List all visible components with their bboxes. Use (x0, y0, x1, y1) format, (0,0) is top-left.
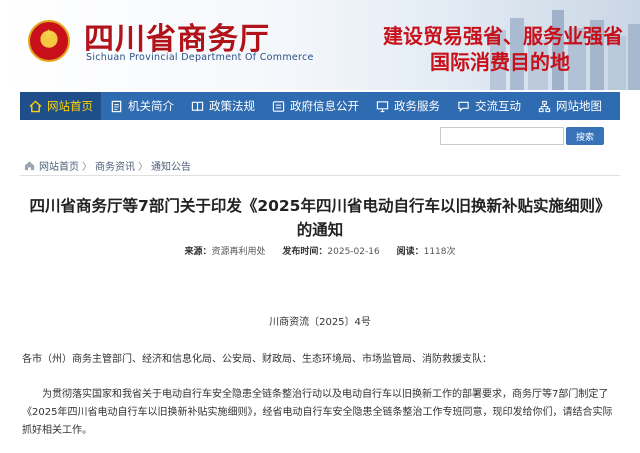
nav-item-home[interactable]: 网站首页 (20, 92, 101, 120)
main-nav: 网站首页 机关简介 政策法规 政府信息公开 政务服务 交流互动 网站地图 (20, 92, 620, 120)
nav-item-label: 交流互动 (475, 99, 521, 113)
date-label: 发布时间： (282, 247, 328, 257)
document-icon (109, 99, 123, 113)
views-value: 1118次 (423, 247, 456, 257)
search-input[interactable] (440, 127, 564, 145)
slogan-line1: 建设贸易强省、服务业强省 (383, 24, 623, 48)
sitemap-icon (537, 99, 551, 113)
home-icon (28, 99, 42, 113)
nav-item-gov-info[interactable]: 政府信息公开 (263, 92, 367, 120)
info-icon (271, 99, 285, 113)
nav-item-label: 政府信息公开 (290, 99, 359, 113)
nav-item-services[interactable]: 政务服务 (367, 92, 448, 120)
document-number: 川商资流〔2025〕4号 (269, 317, 371, 328)
nav-item-label: 机关简介 (128, 99, 174, 113)
nav-item-policy[interactable]: 政策法规 (182, 92, 263, 120)
article-body-paragraph: 为贯彻落实国家和我省关于电动自行车安全隐患全链条整治行动以及电动自行车以旧换新工… (22, 389, 613, 436)
national-emblem-logo (28, 20, 70, 62)
nav-item-label: 网站地图 (556, 99, 602, 113)
nav-item-label: 政务服务 (394, 99, 440, 113)
nav-item-label: 网站首页 (47, 99, 93, 113)
views-label: 阅读： (396, 247, 424, 257)
site-subtitle: Sichuan Provincial Department Of Commerc… (86, 52, 314, 63)
article-meta: 来源：资源再利用处 发布时间：2025-02-16 阅读：1118次 (0, 244, 640, 257)
date-value: 2025-02-16 (327, 247, 380, 257)
breadcrumb-separator: 〉 (82, 162, 92, 173)
nav-item-sitemap[interactable]: 网站地图 (529, 92, 610, 120)
breadcrumb-item-notices[interactable]: 通知公告 (151, 158, 191, 173)
chat-icon (456, 99, 470, 113)
breadcrumb-item-news[interactable]: 商务资讯 (95, 158, 135, 173)
nav-item-label: 政策法规 (209, 99, 255, 113)
divider (20, 175, 620, 176)
article-title: 四川省商务厅等7部门关于印发《2025年四川省电动自行车以旧换新补贴实施细则》 (29, 197, 611, 215)
search-button[interactable]: 搜索 (566, 127, 604, 145)
home-icon (24, 160, 35, 171)
nav-item-interaction[interactable]: 交流互动 (448, 92, 529, 120)
article-title-continued: 的通知 (296, 221, 344, 239)
breadcrumb-item-home[interactable]: 网站首页 (39, 158, 79, 173)
slogan-line2: 国际消费目的地 (430, 50, 570, 74)
nav-item-about[interactable]: 机关简介 (101, 92, 182, 120)
article-addressee: 各市（州）商务主管部门、经济和信息化局、公安局、财政局、生态环境局、市场监管局、… (22, 354, 492, 365)
breadcrumb: 网站首页 〉 商务资讯 〉 通知公告 (24, 158, 191, 173)
source-label: 来源： (184, 247, 212, 257)
book-icon (190, 99, 204, 113)
site-header: 四川省商务厅 Sichuan Provincial Department Of … (0, 0, 640, 90)
source-value: 资源再利用处 (211, 247, 266, 257)
breadcrumb-separator: 〉 (138, 162, 148, 173)
monitor-icon (375, 99, 389, 113)
